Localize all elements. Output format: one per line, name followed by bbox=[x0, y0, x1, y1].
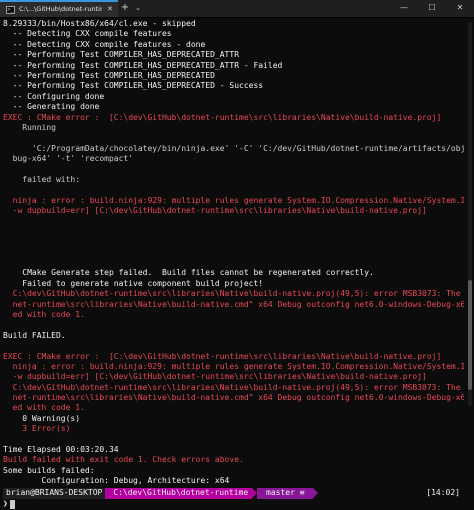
terminal-line: -- Configuring done bbox=[3, 91, 105, 101]
title-bar-drag-area[interactable] bbox=[144, 0, 390, 17]
prompt: brian@BRIANS-DESKTOP C:\dev\GitHub\dotne… bbox=[3, 487, 464, 499]
input-line[interactable]: ❯ bbox=[3, 499, 464, 510]
chevron-down-icon[interactable]: ⌄ bbox=[132, 0, 144, 17]
terminal-line: Build FAILED. bbox=[3, 330, 66, 340]
terminal-icon: >_ bbox=[6, 5, 15, 14]
terminal-lines: 8.29333/bin/Hostx86/x64/cl.exe - skipped… bbox=[3, 19, 464, 487]
terminal-line: 3 Error(s) bbox=[3, 424, 71, 434]
terminal-line: -- Generating done bbox=[3, 102, 100, 112]
terminal-line: EXEC : CMake error : [C:\dev\GitHub\dotn… bbox=[3, 351, 442, 361]
terminal-line: -- Performing Test COMPILER_HAS_DEPRECAT… bbox=[3, 81, 264, 91]
close-tab-icon[interactable]: ✕ bbox=[106, 4, 114, 14]
title-bar: >_ C:\...\GitHub\dotnet-runtime ✕ + ⌄ — … bbox=[0, 0, 474, 18]
terminal-line: 8.29333/bin/Hostx86/x64/cl.exe - skipped bbox=[3, 19, 196, 28]
terminal-line: EXEC : CMake error : [C:\dev\GitHub\dotn… bbox=[3, 112, 442, 122]
terminal-line: Time Elapsed 00:03:20.34 bbox=[3, 445, 119, 455]
terminal-line: bug-x64' '-t' 'recompact' bbox=[3, 154, 134, 164]
terminal-line: Some builds failed: bbox=[3, 465, 95, 475]
terminal-line: Configuration: Debug, Architecture: x64 bbox=[3, 476, 230, 486]
terminal-line: Running bbox=[3, 122, 56, 132]
close-window-button[interactable]: ✕ bbox=[446, 0, 474, 17]
terminal-line: -- Performing Test COMPILER_HAS_DEPRECAT… bbox=[3, 70, 215, 80]
terminal-output[interactable]: 8.29333/bin/Hostx86/x64/cl.exe - skipped… bbox=[3, 19, 464, 510]
terminal-line: ed with code 1. bbox=[3, 403, 85, 413]
prompt-user: brian@BRIANS-DESKTOP bbox=[3, 487, 106, 499]
terminal-line: -w dupbuild=err] [C:\dev\GitHub\dotnet-r… bbox=[3, 372, 427, 382]
terminal-line: net-runtime\src\libraries\Native\build-n… bbox=[12, 393, 464, 403]
terminal-line: C:\dev\GitHub\dotnet-runtime\src\librari… bbox=[12, 289, 461, 299]
terminal-line: -w dupbuild=err] [C:\dev\GitHub\dotnet-r… bbox=[3, 206, 427, 216]
terminal-line: 'C:/ProgramData/chocolatey/bin/ninja.exe… bbox=[31, 143, 464, 153]
terminal-line: net-runtime\src\libraries\Native\build-n… bbox=[12, 299, 464, 309]
scrollbar-thumb[interactable] bbox=[468, 280, 472, 390]
new-tab-button[interactable]: + bbox=[118, 0, 132, 17]
prompt-path: C:\dev\GitHub\dotnet-runtime bbox=[105, 487, 253, 499]
prompt-separator-icon bbox=[313, 488, 319, 499]
minimize-button[interactable]: — bbox=[390, 0, 418, 17]
terminal-tab[interactable]: >_ C:\...\GitHub\dotnet-runtime ✕ bbox=[0, 0, 118, 17]
terminal-line: 0 Warning(s) bbox=[3, 413, 81, 423]
maximize-button[interactable]: ☐ bbox=[418, 0, 446, 17]
terminal-line: Failed to generate native component buil… bbox=[3, 278, 264, 288]
prompt-git-branch: master ≡ bbox=[257, 487, 314, 499]
prompt-time: [14:02] bbox=[426, 487, 460, 497]
terminal-line: -- Detecting CXX compile features bbox=[3, 29, 172, 39]
terminal-line: ninja : error : build.ninja:929: multipl… bbox=[12, 195, 464, 205]
terminal-line: CMake Generate step failed. Build files … bbox=[3, 268, 374, 278]
terminal-line: C:\dev\GitHub\dotnet-runtime\src\librari… bbox=[12, 382, 461, 392]
text-cursor bbox=[9, 499, 15, 509]
tab-title: C:\...\GitHub\dotnet-runtime bbox=[19, 5, 102, 14]
terminal-line: -- Performing Test COMPILER_HAS_DEPRECAT… bbox=[3, 50, 240, 60]
terminal-line: failed with: bbox=[3, 174, 81, 184]
prompt-caret-icon: ❯ bbox=[3, 498, 8, 508]
terminal-line: -- Performing Test COMPILER_HAS_DEPRECAT… bbox=[3, 60, 283, 70]
terminal-line: ed with code 1. bbox=[3, 309, 85, 319]
terminal-line: -- Detecting CXX compile features - done bbox=[3, 39, 206, 49]
terminal-line: ninja : error : build.ninja:929: multipl… bbox=[12, 361, 464, 371]
terminal-line: Build failed with exit code 1. Check err… bbox=[3, 455, 244, 465]
